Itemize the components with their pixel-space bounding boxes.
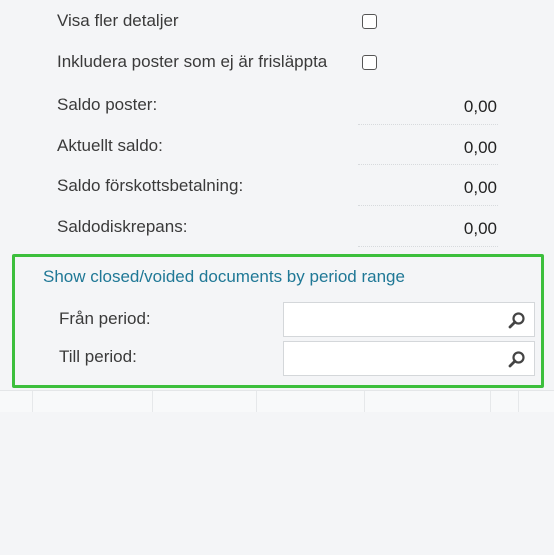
period-range-section: Show closed/voided documents by period r… <box>12 254 544 388</box>
prepayment-balance-label: Saldo förskottsbetalning: <box>57 176 244 195</box>
balance-discrepancy-label: Saldodiskrepans: <box>57 217 188 236</box>
empty-area <box>0 412 554 555</box>
divider <box>358 124 498 125</box>
divider <box>358 164 498 165</box>
balance-items-value: 0,00 <box>463 97 497 116</box>
from-period-field[interactable] <box>283 302 535 337</box>
details-panel: Visa fler detaljer Inkludera poster som … <box>0 0 554 390</box>
current-balance-label: Aktuellt saldo: <box>57 136 163 155</box>
grid-header-strip <box>0 390 554 413</box>
show-more-details-checkbox[interactable] <box>362 14 377 29</box>
from-period-label: Från period: <box>59 309 151 328</box>
to-period-field[interactable] <box>283 341 535 376</box>
to-period-input[interactable] <box>284 342 511 375</box>
divider <box>358 246 498 247</box>
grid-column-divider <box>364 391 365 413</box>
search-icon[interactable] <box>508 350 526 368</box>
current-balance-value: 0,00 <box>463 138 497 157</box>
period-range-title[interactable]: Show closed/voided documents by period r… <box>43 267 405 287</box>
grid-column-divider <box>256 391 257 413</box>
from-period-input[interactable] <box>284 303 511 336</box>
divider <box>358 205 498 206</box>
to-period-label: Till period: <box>59 347 137 366</box>
balance-items-label: Saldo poster: <box>57 95 158 114</box>
include-unreleased-label: Inkludera poster som ej är frisläppta <box>57 52 328 71</box>
grid-column-divider <box>152 391 153 413</box>
balance-discrepancy-value: 0,00 <box>463 219 497 238</box>
grid-column-divider <box>518 391 519 413</box>
grid-column-divider <box>490 391 491 413</box>
show-more-details-label: Visa fler detaljer <box>57 11 179 30</box>
prepayment-balance-value: 0,00 <box>463 178 497 197</box>
include-unreleased-checkbox[interactable] <box>362 55 377 70</box>
search-icon[interactable] <box>508 311 526 329</box>
grid-column-divider <box>32 391 33 413</box>
